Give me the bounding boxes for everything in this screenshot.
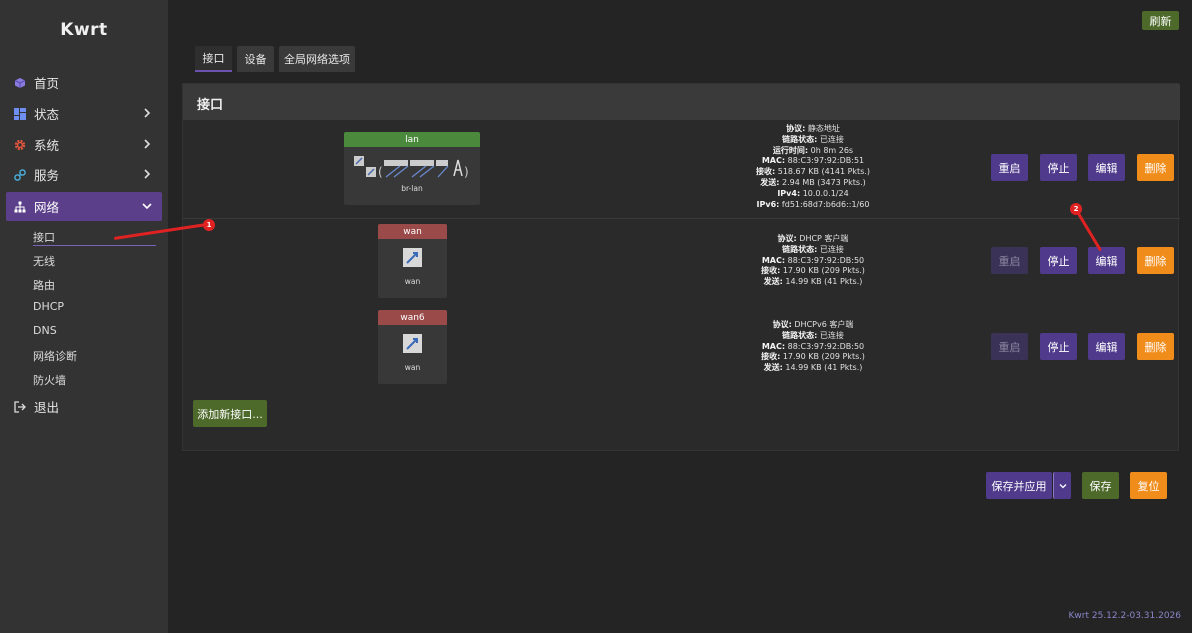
reset-button[interactable]: 复位 — [1130, 472, 1167, 499]
refresh-button[interactable]: 刷新 — [1142, 11, 1179, 30]
info-line: 接收: 17.90 KB (209 Pkts.) — [761, 352, 865, 362]
info-line: 发送: 2.94 MB (3473 Pkts.) — [760, 177, 866, 187]
sidebar: Kwrt 首页 状态 系统 服务 网络 接口 无线 路由 DHCP DNS 网络… — [0, 0, 168, 633]
nav-item-system[interactable]: 系统 — [6, 130, 162, 159]
nav-label: 网络 — [34, 200, 60, 215]
save-button[interactable]: 保存 — [1082, 472, 1119, 499]
nav-label: 系统 — [34, 138, 60, 153]
edit-button-wan6[interactable]: 编辑 — [1088, 333, 1125, 360]
info-line: 链路状态: 已连接 — [782, 330, 844, 340]
version-footer: Kwrt 25.12.2-03.31.2026 — [1068, 611, 1181, 621]
nav-item-home[interactable]: 首页 — [6, 68, 162, 97]
stop-button-wan6[interactable]: 停止 — [1040, 333, 1077, 360]
bridge-ports-icon: ( ) — [354, 156, 469, 179]
info-line: MAC: 88:C3:97:92:DB:50 — [761, 255, 865, 265]
restart-button-lan[interactable]: 重启 — [991, 154, 1028, 181]
iface-card-wan6: wan6 wan — [378, 310, 447, 384]
annotation-marker-1: 1 — [203, 219, 215, 231]
puzzle-icon — [14, 168, 26, 181]
tab-devices[interactable]: 设备 — [237, 46, 274, 72]
chevron-right-icon — [144, 108, 151, 118]
info-line: 协议: DHCPv6 客户端 — [772, 320, 854, 329]
iface-name: lan — [344, 132, 480, 147]
iface-info-lan: 协议: 静态地址 链路状态: 已连接 运行时间: 0h 8m 26s MAC: … — [743, 124, 883, 210]
delete-button-wan[interactable]: 删除 — [1137, 247, 1174, 274]
chevron-right-icon — [144, 169, 151, 179]
info-line: MAC: 88:C3:97:92:DB:51 — [761, 156, 865, 166]
info-line: 链路状态: 已连接 — [782, 134, 844, 144]
active-underline — [33, 245, 156, 246]
chevron-down-icon — [142, 203, 152, 210]
info-line: 运行时间: 0h 8m 26s — [772, 145, 854, 155]
nav-label: 服务 — [34, 168, 60, 183]
info-line: IPv6: fd51:68d7:b6d6::1/60 — [756, 199, 870, 209]
iface-info-wan: 协议: DHCP 客户端 链路状态: 已连接 MAC: 88:C3:97:92:… — [743, 234, 883, 288]
restart-button-wan[interactable]: 重启 — [991, 247, 1028, 274]
dashboard-icon — [14, 107, 26, 120]
sidebar-sub-dns[interactable]: DNS — [33, 324, 57, 337]
cube-icon — [14, 77, 26, 89]
nav-label: 首页 — [34, 76, 60, 91]
interfaces-panel: 接口 lan ( ) br-lan 协议: 静态地址 链路状态: 已连接 运行时… — [182, 83, 1180, 451]
panel-header: 接口 — [183, 84, 1180, 120]
app-logo: Kwrt — [60, 20, 108, 40]
iface-name: wan — [378, 224, 447, 239]
info-line: 接收: 17.90 KB (209 Pkts.) — [761, 266, 865, 276]
panel-title: 接口 — [197, 98, 224, 113]
sidebar-sub-wireless[interactable]: 无线 — [33, 253, 55, 269]
restart-button-wan6[interactable]: 重启 — [991, 333, 1028, 360]
nav-item-services[interactable]: 服务 — [6, 160, 162, 189]
row-divider — [183, 218, 1180, 219]
nav-label: 退出 — [34, 400, 60, 415]
ethernet-port-icon — [403, 334, 422, 353]
sidebar-sub-diagnostics[interactable]: 网络诊断 — [33, 348, 77, 364]
stop-button-wan[interactable]: 停止 — [1040, 247, 1077, 274]
iface-card-wan: wan wan — [378, 224, 447, 298]
iface-device: wan — [404, 277, 421, 286]
iface-device: br-lan — [401, 184, 423, 193]
info-line: MAC: 88:C3:97:92:DB:50 — [761, 341, 865, 351]
gear-icon — [14, 139, 26, 151]
iface-info-wan6: 协议: DHCPv6 客户端 链路状态: 已连接 MAC: 88:C3:97:9… — [743, 320, 883, 374]
chevron-right-icon — [144, 139, 151, 149]
save-apply-dropdown[interactable] — [1053, 472, 1071, 499]
sidebar-sub-firewall[interactable]: 防火墙 — [33, 372, 66, 388]
sidebar-sub-interfaces[interactable]: 接口 — [33, 229, 55, 245]
logout-icon — [14, 400, 26, 413]
iface-name: wan6 — [378, 310, 447, 325]
nav-item-network[interactable]: 网络 — [6, 192, 162, 221]
network-icon — [14, 201, 26, 213]
delete-button-lan[interactable]: 删除 — [1137, 154, 1174, 181]
edit-button-lan[interactable]: 编辑 — [1088, 154, 1125, 181]
edit-button-wan[interactable]: 编辑 — [1088, 247, 1125, 274]
save-apply-button[interactable]: 保存并应用 — [986, 472, 1052, 499]
sidebar-sub-routes[interactable]: 路由 — [33, 277, 55, 293]
nav-item-logout[interactable]: 退出 — [6, 392, 162, 421]
info-line: 接收: 518.67 KB (4141 Pkts.) — [755, 167, 870, 177]
sidebar-sub-dhcp[interactable]: DHCP — [33, 300, 64, 313]
delete-button-wan6[interactable]: 删除 — [1137, 333, 1174, 360]
svg-text:(: ( — [378, 165, 383, 179]
main-content: 刷新 接口 设备 全局网络选项 接口 lan ( ) br-lan 协议: 静态… — [168, 0, 1192, 633]
annotation-marker-2: 2 — [1070, 203, 1082, 215]
stop-button-lan[interactable]: 停止 — [1040, 154, 1077, 181]
iface-device: wan — [404, 363, 421, 372]
ethernet-port-icon — [403, 248, 422, 267]
info-line: 发送: 14.99 KB (41 Pkts.) — [763, 277, 863, 287]
chevron-down-icon — [1059, 483, 1066, 488]
tab-global-options[interactable]: 全局网络选项 — [279, 46, 355, 72]
info-line: 链路状态: 已连接 — [782, 244, 844, 254]
iface-card-lan: lan ( ) br-lan — [344, 132, 480, 205]
svg-text:): ) — [464, 165, 469, 179]
info-line: 发送: 14.99 KB (41 Pkts.) — [763, 363, 863, 373]
info-line: 协议: 静态地址 — [786, 124, 840, 133]
tab-interfaces[interactable]: 接口 — [195, 46, 232, 72]
info-line: 协议: DHCP 客户端 — [777, 234, 849, 243]
nav-label: 状态 — [34, 107, 60, 122]
add-interface-button[interactable]: 添加新接口... — [193, 400, 267, 427]
info-line: IPv4: 10.0.0.1/24 — [777, 188, 849, 198]
nav-item-status[interactable]: 状态 — [6, 99, 162, 128]
